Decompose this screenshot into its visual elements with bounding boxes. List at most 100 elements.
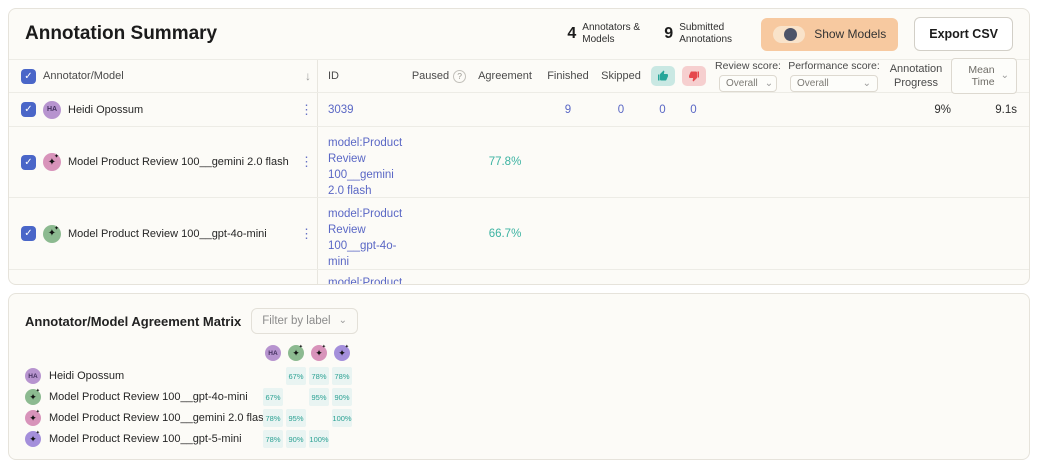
stat-annotators-models: 4 Annotators & Models: [567, 22, 648, 47]
annotator-cell: ✓ HA Heidi Opossum ⋮: [21, 93, 317, 126]
agreement-cell: [469, 93, 541, 126]
agreement-matrix-card: Annotator/Model Agreement Matrix Filter …: [8, 293, 1030, 460]
paused-cell: [409, 198, 469, 269]
row-checkbox[interactable]: ✓: [21, 102, 36, 117]
paused-cell: [409, 127, 469, 197]
chevron-down-icon: ⌄: [863, 81, 871, 87]
row-checkbox[interactable]: ✓: [21, 226, 36, 241]
matrix-cell: [286, 388, 306, 406]
matrix-entity-name: Heidi Opossum: [49, 370, 124, 382]
thumbs-up-count: 0: [647, 93, 678, 126]
table-row-heidi-opossum: ✓ HA Heidi Opossum ⋮ 3039 9 0 0 0 9% 9.1…: [9, 93, 1029, 127]
sparkles-icon: ✦: [29, 414, 37, 423]
matrix-cell: 78%: [309, 367, 329, 385]
annotator-cell: ✓ ✦✦ Model Product Review 100__gpt-4o-mi…: [21, 198, 317, 269]
mean-time-select[interactable]: Mean Time ⌄: [951, 58, 1017, 94]
sparkles-icon: ✦: [292, 349, 300, 358]
column-paused-label: Paused: [412, 70, 449, 82]
matrix-row-heidi: HA Heidi Opossum 67% 78% 78%: [25, 366, 1013, 386]
mean-time-value: 9.1s: [951, 93, 1017, 126]
performance-score-select[interactable]: Overall ⌄: [790, 75, 878, 92]
paused-cell: [409, 93, 469, 126]
avatar-heidi: HA: [265, 345, 281, 361]
id-cell[interactable]: model:Product Review 100__gpt-4o-mini: [317, 198, 409, 269]
performance-score-label: Performance score:: [788, 60, 880, 72]
id-cell[interactable]: model:Product Review 100__gemini 2.0 fla…: [317, 127, 409, 197]
check-icon: ✓: [24, 104, 32, 115]
id-link[interactable]: 3039: [328, 104, 354, 116]
column-agreement: Agreement: [469, 60, 541, 92]
column-finished: Finished: [541, 60, 595, 92]
stat-annotators-label: Annotators & Models: [582, 22, 648, 47]
matrix-cell: 90%: [332, 388, 352, 406]
thumbs-down-count: 0: [678, 93, 709, 126]
stat-annotators-value: 4: [567, 25, 576, 43]
matrix-cell: 78%: [332, 367, 352, 385]
kebab-menu-icon[interactable]: ⋮: [300, 154, 313, 170]
column-skipped: Skipped: [595, 60, 647, 92]
matrix-cell: 78%: [263, 430, 283, 448]
toggle-switch-icon[interactable]: [773, 26, 805, 43]
matrix-cell: 100%: [309, 430, 329, 448]
matrix-cell: 90%: [286, 430, 306, 448]
kebab-menu-icon[interactable]: ⋮: [300, 226, 313, 242]
sparkles-icon: ✦: [322, 345, 326, 350]
matrix-entity-name: Model Product Review 100__gemini 2.0 fla…: [49, 412, 263, 424]
sparkles-icon: ✦: [36, 431, 40, 436]
matrix-cell: 78%: [263, 409, 283, 427]
review-score-select[interactable]: Overall ⌄: [719, 75, 777, 92]
filter-by-label-select[interactable]: Filter by label ⌄: [251, 308, 358, 334]
sparkles-icon: ✦: [29, 435, 37, 444]
avatar-heidi: HA: [25, 368, 41, 384]
export-csv-button[interactable]: Export CSV: [914, 17, 1013, 51]
chevron-down-icon: ⌄: [339, 318, 347, 324]
id-link[interactable]: model:Product: [328, 275, 403, 285]
annotation-summary-page: Annotation Summary 4 Annotators & Models…: [0, 0, 1038, 460]
row-checkbox[interactable]: ✓: [21, 155, 36, 170]
matrix-row-gpt-5-mini: ✦✦ Model Product Review 100__gpt-5-mini …: [25, 429, 1013, 449]
kebab-menu-icon[interactable]: ⋮: [300, 102, 313, 118]
sparkles-icon: ✦: [36, 389, 40, 394]
page-title: Annotation Summary: [25, 23, 217, 45]
avatar-model-gemini: ✦✦: [43, 153, 61, 171]
annotator-cell: [21, 270, 317, 285]
progress-value: 9%: [881, 93, 951, 126]
avatar-heidi: HA: [43, 101, 61, 119]
matrix-cell: 100%: [332, 409, 352, 427]
id-cell[interactable]: 3039: [317, 93, 409, 126]
avatar-model-gpt4o-mini: ✦✦: [288, 345, 304, 361]
matrix-header: Annotator/Model Agreement Matrix Filter …: [9, 294, 1029, 342]
info-icon[interactable]: ?: [453, 70, 466, 83]
id-link[interactable]: model:Product Review 100__gpt-4o-mini: [328, 206, 403, 270]
show-models-toggle[interactable]: Show Models: [761, 18, 898, 51]
avatar-model-gpt4o-mini: ✦✦: [43, 225, 61, 243]
stat-submitted-annotations: 9 Submitted Annotations: [664, 22, 745, 47]
finished-count: 9: [541, 93, 595, 126]
annotator-name: Heidi Opossum: [68, 104, 143, 116]
column-mean-time: Mean Time ⌄: [951, 60, 1017, 92]
id-link[interactable]: model:Product Review 100__gemini 2.0 fla…: [328, 135, 403, 199]
column-review-score: Review score: Overall ⌄: [709, 60, 787, 92]
sparkles-icon: ✦: [299, 345, 303, 350]
matrix-row-gpt-4o-mini: ✦✦ Model Product Review 100__gpt-4o-mini…: [25, 387, 1013, 407]
matrix-column-avatars: HA ✦✦ ✦✦ ✦✦: [25, 344, 1013, 362]
stat-submitted-value: 9: [664, 25, 673, 43]
annotator-name: Model Product Review 100__gpt-4o-mini: [68, 228, 267, 240]
matrix-entity-name: Model Product Review 100__gpt-5-mini: [49, 433, 242, 445]
avatar-model-gpt4o-mini: ✦✦: [25, 389, 41, 405]
stat-submitted-label: Submitted Annotations: [679, 22, 745, 47]
summary-header-actions: 4 Annotators & Models 9 Submitted Annota…: [567, 17, 1013, 51]
matrix-title: Annotator/Model Agreement Matrix: [25, 314, 241, 329]
id-cell[interactable]: model:Product: [317, 270, 409, 285]
matrix-entity-name: Model Product Review 100__gpt-4o-mini: [49, 391, 248, 403]
column-thumbs-down: [678, 60, 709, 92]
table-row-partial: model:Product: [9, 270, 1029, 285]
select-all-checkbox[interactable]: ✓: [21, 69, 36, 84]
table-row-gpt-4o-mini: ✓ ✦✦ Model Product Review 100__gpt-4o-mi…: [9, 198, 1029, 270]
performance-score-cell: [787, 93, 881, 126]
agreement-value: 66.7%: [469, 198, 541, 269]
avatar-model-gpt5-mini: ✦✦: [334, 345, 350, 361]
thumbs-up-icon: [651, 66, 675, 86]
matrix-cell: 95%: [309, 388, 329, 406]
sort-desc-icon[interactable]: ↓: [305, 69, 311, 83]
